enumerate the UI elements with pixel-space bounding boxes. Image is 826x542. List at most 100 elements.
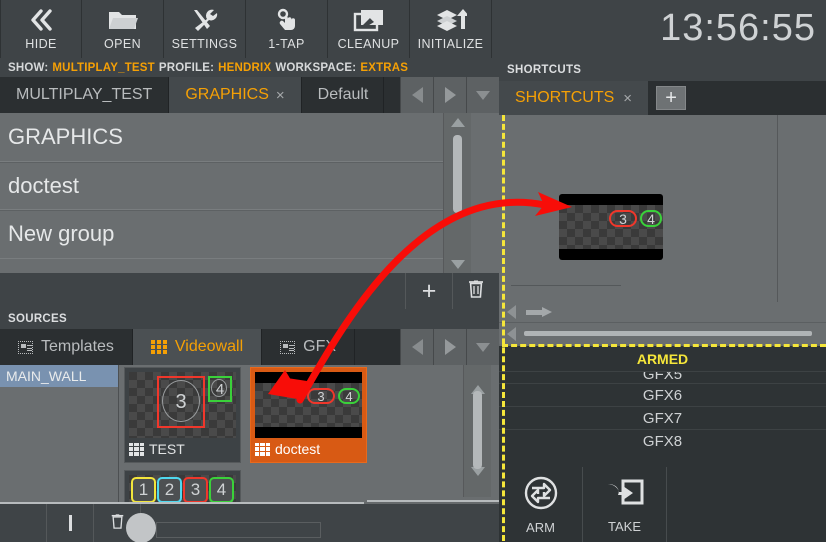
tab-label: GRAPHICS	[185, 86, 269, 103]
folder-icon	[107, 4, 139, 36]
application-window: HIDE OPEN SETTINGS 1-TAP CLEANUP INITIAL…	[0, 0, 826, 542]
sources-scrollbar[interactable]	[463, 365, 491, 497]
bottom-slot-1[interactable]	[0, 504, 47, 542]
hide-button[interactable]: HIDE	[0, 0, 82, 58]
shortcuts-body: 3 4	[499, 115, 826, 332]
close-icon[interactable]: ×	[623, 90, 632, 107]
bottom-add-button[interactable]	[47, 504, 94, 542]
sources-prev-button[interactable]	[400, 329, 433, 365]
scrollbar-thumb[interactable]	[453, 135, 462, 213]
take-button[interactable]: TAKE	[583, 467, 667, 542]
scrollbar-thumb[interactable]	[473, 391, 482, 469]
region-number: 3	[619, 210, 627, 227]
tab-next-button[interactable]	[433, 77, 466, 113]
eraser-image-icon	[353, 4, 385, 36]
list-item[interactable]: GRAPHICS	[0, 113, 471, 162]
sources-next-button[interactable]	[433, 329, 466, 365]
scroll-up-button[interactable]	[470, 368, 485, 394]
region-number: 4	[647, 210, 655, 227]
tab-label: MULTIPLAY_TEST	[16, 86, 153, 103]
region-number: 4	[345, 388, 353, 404]
wall-item-main-wall[interactable]: MAIN_WALL	[0, 365, 118, 387]
tab-multiplay-test[interactable]: MULTIPLAY_TEST	[0, 77, 170, 113]
next-icon	[444, 87, 456, 103]
settings-button[interactable]: SETTINGS	[164, 0, 246, 58]
slider-track[interactable]	[156, 522, 321, 538]
add-shortcut-tab-button[interactable]: +	[656, 86, 687, 110]
open-button[interactable]: OPEN	[82, 0, 164, 58]
delete-group-button[interactable]	[452, 273, 499, 309]
initialize-button-label: INITIALIZE	[417, 37, 484, 51]
profile-label: PROFILE:	[158, 61, 215, 74]
transport-spacer	[667, 467, 826, 542]
tab-default[interactable]: Default	[301, 77, 384, 113]
wall-item-label: MAIN_WALL	[6, 368, 87, 384]
tab-more-button[interactable]	[466, 77, 499, 113]
list-item[interactable]: doctest	[0, 161, 471, 210]
template-icon	[18, 340, 33, 354]
one-tap-button[interactable]: 1-TAP	[246, 0, 328, 58]
close-icon[interactable]: ×	[276, 87, 285, 104]
shortcuts-header: SHORTCUTS	[499, 58, 826, 81]
cleanup-button[interactable]: CLEANUP	[328, 0, 410, 58]
prev-icon[interactable]	[507, 305, 516, 319]
next-arrow-icon[interactable]	[526, 307, 552, 317]
armed-row-gfx6[interactable]: GFX6	[499, 383, 826, 406]
list-item-label: New group	[8, 221, 115, 247]
tab-shortcuts[interactable]: SHORTCUTS ×	[499, 81, 649, 115]
chevron-down-icon	[450, 259, 465, 269]
sources-tabbar: Templates Videowall GFX	[0, 329, 499, 365]
group-list-scrollbar[interactable]	[443, 113, 471, 273]
tab-videowall[interactable]: Videowall	[132, 329, 263, 365]
scroll-left-icon[interactable]	[507, 326, 516, 341]
tile-1: 1	[131, 477, 156, 502]
top-toolbar: HIDE OPEN SETTINGS 1-TAP CLEANUP INITIAL…	[0, 0, 826, 58]
region-box-3: 3	[307, 388, 335, 404]
thumbnail-label-row: TEST	[129, 441, 236, 457]
shortcuts-side-panel	[779, 115, 826, 332]
arm-button[interactable]: ARM	[499, 467, 583, 542]
prev-icon	[411, 339, 423, 355]
armed-row-label: GFX5	[642, 371, 683, 383]
next-icon	[444, 339, 456, 355]
shortcut-thumbnail-doctest[interactable]: 3 4	[559, 194, 663, 260]
armed-row-gfx8[interactable]: GFX8	[499, 429, 826, 452]
horizontal-rule-2	[367, 500, 499, 502]
armed-row-gfx7[interactable]: GFX7	[499, 406, 826, 429]
shortcuts-canvas[interactable]: 3 4	[505, 115, 778, 302]
trash-icon	[110, 513, 125, 534]
stack-up-arrow-icon	[435, 4, 467, 36]
slider-handle[interactable]	[126, 513, 156, 542]
tools-icon	[190, 4, 220, 36]
take-arrow-box-icon	[605, 476, 645, 515]
tab-templates[interactable]: Templates	[0, 329, 133, 365]
circle-outline	[211, 379, 227, 397]
source-thumbnail-grid[interactable]: 1 2 3 4 5 6 7 8	[124, 470, 241, 502]
prev-icon	[411, 87, 423, 103]
scroll-down-button[interactable]	[470, 467, 485, 494]
one-tap-button-label: 1-TAP	[268, 37, 305, 51]
initialize-button[interactable]: INITIALIZE	[410, 0, 492, 58]
plus-icon: +	[665, 86, 677, 109]
arm-button-label: ARM	[526, 519, 555, 535]
sources-right-filler	[491, 365, 499, 502]
tab-graphics[interactable]: GRAPHICS ×	[169, 77, 302, 113]
tab-gfx[interactable]: GFX	[262, 329, 356, 365]
cleanup-button-label: CLEANUP	[337, 37, 400, 51]
open-button-label: OPEN	[103, 37, 142, 51]
tab-prev-button[interactable]	[400, 77, 433, 113]
scroll-down-button[interactable]	[450, 255, 465, 273]
chevron-down-icon	[476, 342, 490, 352]
scroll-up-button[interactable]	[450, 113, 465, 131]
hscrollbar-thumb[interactable]	[524, 331, 812, 336]
source-thumbnail-doctest[interactable]: 3 4 doctest	[250, 367, 367, 463]
hide-button-label: HIDE	[25, 37, 57, 51]
tile-4: 4	[209, 477, 234, 502]
armed-row-gfx5[interactable]: GFX5	[499, 371, 826, 383]
sources-more-button[interactable]	[466, 329, 499, 365]
source-thumbnail-test[interactable]: 3 4 TEST	[124, 367, 241, 463]
add-group-button[interactable]: +	[405, 273, 452, 309]
chevron-down-icon	[470, 467, 485, 493]
region-box-3: 3	[157, 376, 205, 428]
list-item[interactable]: New group	[0, 210, 471, 259]
